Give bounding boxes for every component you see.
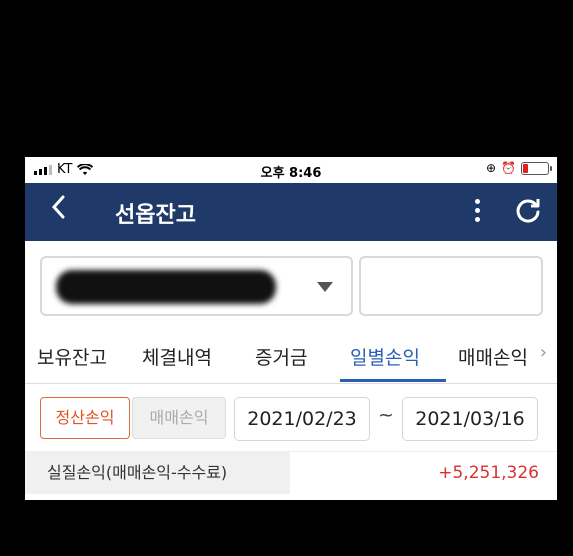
- battery-fill: [523, 163, 528, 173]
- status-time: 오후 8:46: [260, 166, 322, 181]
- settlement-pnl-toggle[interactable]: 정산손익: [40, 397, 130, 439]
- phone-screen: KT 오후 8:46 ⊕ ⏰ 선옵잔고 1(: [25, 157, 557, 500]
- password-input[interactable]: [359, 256, 543, 316]
- trade-pnl-toggle[interactable]: 매매손익: [132, 397, 226, 439]
- alarm-icon: ⏰: [501, 161, 516, 175]
- chevron-right-icon[interactable]: ›: [540, 342, 547, 363]
- refresh-icon[interactable]: [514, 197, 542, 225]
- tab-daily-pnl[interactable]: 일별손익: [350, 343, 420, 370]
- summary-row: 실질손익(매매손익-수수료) +5,251,326: [25, 451, 557, 494]
- tab-margin[interactable]: 증거금: [255, 343, 307, 370]
- orientation-lock-icon: ⊕: [485, 161, 497, 175]
- net-pnl-value: +5,251,326: [438, 463, 539, 483]
- battery-icon: [521, 161, 552, 175]
- status-bar: KT 오후 8:46 ⊕ ⏰: [25, 157, 557, 183]
- page-title: 선옵잔고: [115, 203, 196, 228]
- tab-holdings[interactable]: 보유잔고: [37, 343, 107, 370]
- redaction-mask: [56, 270, 276, 304]
- tab-executions[interactable]: 체결내역: [142, 343, 212, 370]
- tab-trade-pnl[interactable]: 매매손익: [458, 343, 528, 370]
- start-date-field[interactable]: 2021/02/23: [234, 397, 370, 441]
- more-vertical-icon[interactable]: [471, 199, 483, 225]
- status-right: ⊕ ⏰: [485, 161, 552, 175]
- app-header: 선옵잔고: [25, 183, 557, 241]
- date-separator: ~: [378, 404, 394, 426]
- tab-bar: 보유잔고 체결내역 증거금 일별손익 매매손익 ›: [25, 327, 557, 384]
- active-tab-indicator: [340, 379, 446, 382]
- net-pnl-label: 실질손익(매매손익-수수료): [25, 452, 290, 494]
- end-date-field[interactable]: 2021/03/16: [402, 397, 538, 441]
- chevron-down-icon[interactable]: [317, 282, 333, 292]
- account-select[interactable]: 1(: [40, 256, 353, 316]
- chevron-left-icon[interactable]: [49, 193, 67, 229]
